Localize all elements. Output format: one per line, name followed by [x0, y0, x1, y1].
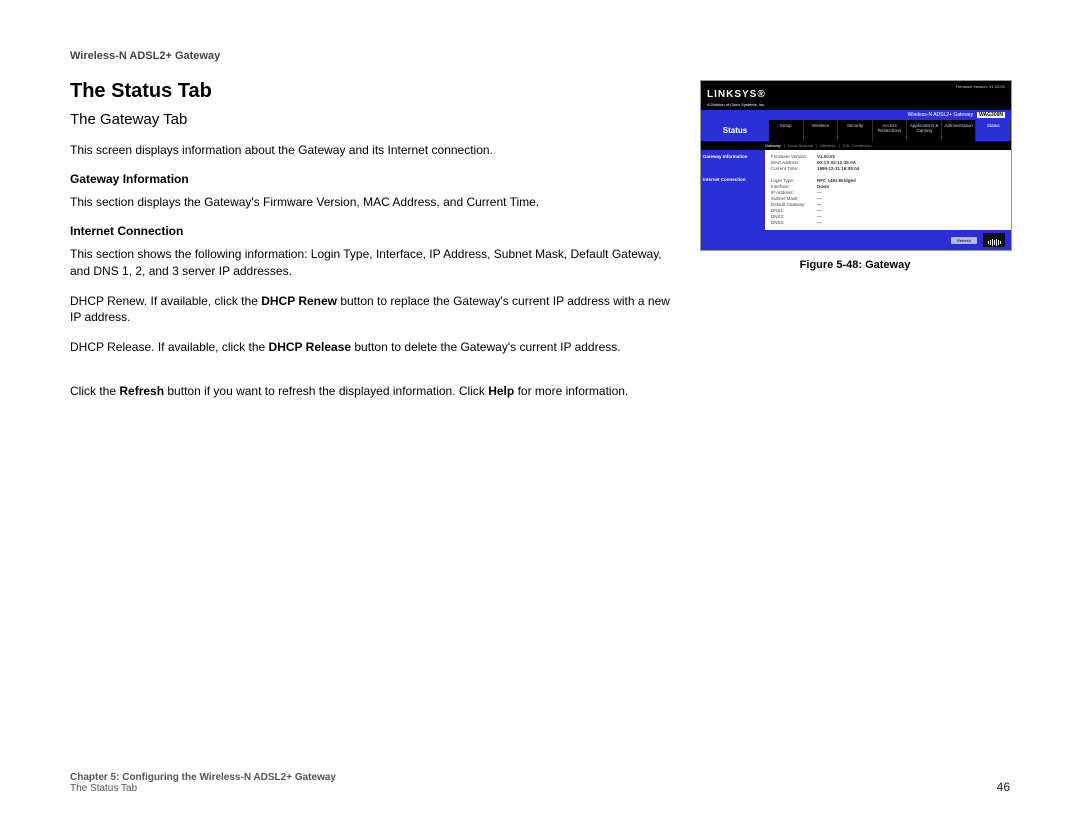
row-login-type: Login Type:RFC 1483 Bridged	[771, 178, 1005, 183]
value: V1.00.01	[817, 154, 835, 159]
refresh-bold: Refresh	[119, 384, 164, 398]
screenshot-header: LINKSYS® A Division of Cisco Systems, In…	[701, 81, 1011, 110]
subnav-sep: |	[816, 143, 817, 148]
model-badge: WAG300N	[977, 112, 1005, 118]
row-mac: MAC Address:00:C0:02:12:35:0A	[771, 160, 1005, 165]
label: Current Time:	[771, 166, 817, 171]
tab-setup[interactable]: Setup	[769, 120, 804, 141]
tab-status[interactable]: Status	[976, 120, 1011, 141]
label: Interface:	[771, 184, 817, 189]
dhcp-renew-paragraph: DHCP Renew. If available, click the DHCP…	[70, 293, 670, 325]
row-default-gw: Default Gateway:---	[771, 202, 1005, 207]
page-footer: Chapter 5: Configuring the Wireless-N AD…	[70, 772, 1010, 794]
label: Login Type:	[771, 178, 817, 183]
tab-wireless[interactable]: Wireless	[804, 120, 839, 141]
gateway-info-heading: Gateway Information	[70, 172, 670, 186]
value: RFC 1483 Bridged	[817, 178, 856, 183]
refresh-button[interactable]: Refresh	[951, 237, 977, 244]
dhcp-release-pre: DHCP Release. If available, click the	[70, 340, 269, 354]
value: ---	[817, 214, 822, 219]
label: DNS3:	[771, 220, 817, 225]
product-bar: Wireless-N ADSL2+ Gateway WAG300N	[701, 110, 1011, 120]
value: ---	[817, 220, 822, 225]
subsection-title: The Gateway Tab	[70, 111, 670, 128]
text-column: The Status Tab The Gateway Tab This scre…	[70, 80, 670, 414]
label: Firmware Version:	[771, 154, 817, 159]
row-dns1: DNS1:---	[771, 208, 1005, 213]
document-header: Wireless-N ADSL2+ Gateway	[70, 50, 1010, 62]
figure-caption: Figure 5-48: Gateway	[700, 259, 1010, 271]
value: ---	[817, 208, 822, 213]
refresh-mid: button if you want to refresh the displa…	[164, 384, 488, 398]
product-name: Wireless-N ADSL2+ Gateway	[908, 112, 973, 118]
label: Default Gateway:	[771, 202, 817, 207]
refresh-pre: Click the	[70, 384, 119, 398]
row-firmware: Firmware Version:V1.00.01	[771, 154, 1005, 159]
tab-administration[interactable]: Administration	[942, 120, 977, 141]
firmware-label: Firmware Version: V1.00.01	[956, 84, 1005, 89]
sidebar-internet-connection: Internet Connection	[703, 177, 763, 182]
subtab-dsl-connection[interactable]: DSL Connection	[843, 143, 872, 148]
value: ---	[817, 196, 822, 201]
row-interface: Interface:Down	[771, 184, 1005, 189]
dhcp-renew-pre: DHCP Renew. If available, click the	[70, 294, 261, 308]
value: Down	[817, 184, 829, 189]
row-dns3: DNS3:---	[771, 220, 1005, 225]
screenshot-footer: Refresh	[701, 230, 1011, 250]
main-nav: Status Setup Wireless Security Access Re…	[701, 120, 1011, 141]
dhcp-release-post: button to delete the Gateway's current I…	[351, 340, 621, 354]
tab-applications-gaming[interactable]: Applications & Gaming	[907, 120, 942, 141]
nav-tabs: Setup Wireless Security Access Restricti…	[769, 120, 1011, 141]
row-ip: IP Address:---	[771, 190, 1005, 195]
screenshot-sidebar: Gateway Information Internet Connection	[701, 150, 765, 230]
cisco-icon	[983, 233, 1005, 247]
dhcp-release-paragraph: DHCP Release. If available, click the DH…	[70, 339, 670, 355]
subnav-sep: |	[784, 143, 785, 148]
sidebar-gateway-info: Gateway Information	[703, 154, 763, 159]
subtab-gateway[interactable]: Gateway	[765, 143, 781, 148]
row-time: Current Time:1999-12-31 16:09:04	[771, 166, 1005, 171]
screenshot-body: Gateway Information Internet Connection …	[701, 150, 1011, 230]
gateway-screenshot: LINKSYS® A Division of Cisco Systems, In…	[700, 80, 1012, 251]
label: DNS1:	[771, 208, 817, 213]
label: MAC Address:	[771, 160, 817, 165]
label: IP Address:	[771, 190, 817, 195]
footer-chapter: Chapter 5: Configuring the Wireless-N AD…	[70, 772, 336, 783]
screenshot-content: Firmware Version:V1.00.01 MAC Address:00…	[765, 150, 1011, 230]
label: Subnet Mask:	[771, 196, 817, 201]
dhcp-renew-bold: DHCP Renew	[261, 294, 337, 308]
gateway-info-text: This section displays the Gateway's Firm…	[70, 194, 670, 210]
intro-paragraph: This screen displays information about t…	[70, 142, 670, 158]
section-title: The Status Tab	[70, 80, 670, 103]
brand-subtitle: A Division of Cisco Systems, Inc.	[707, 102, 766, 107]
value: 1999-12-31 16:09:04	[817, 166, 859, 171]
refresh-paragraph: Click the Refresh button if you want to …	[70, 383, 670, 399]
help-bold: Help	[488, 384, 514, 398]
tab-access-restrictions[interactable]: Access Restrictions	[873, 120, 908, 141]
brand-logo: LINKSYS®	[707, 89, 766, 100]
internet-connection-text: This section shows the following informa…	[70, 246, 670, 278]
tab-security[interactable]: Security	[838, 120, 873, 141]
value: 00:C0:02:12:35:0A	[817, 160, 856, 165]
figure-column: LINKSYS® A Division of Cisco Systems, In…	[700, 80, 1010, 414]
label: DNS2:	[771, 214, 817, 219]
row-dns2: DNS2:---	[771, 214, 1005, 219]
subtab-wireless[interactable]: Wireless	[820, 143, 835, 148]
row-subnet: Subnet Mask:---	[771, 196, 1005, 201]
sub-nav: Gateway| Local Network| Wireless| DSL Co…	[701, 141, 1011, 150]
subtab-local-network[interactable]: Local Network	[788, 143, 813, 148]
value: ---	[817, 202, 822, 207]
internet-connection-heading: Internet Connection	[70, 224, 670, 238]
page-number: 46	[997, 780, 1010, 794]
value: ---	[817, 190, 822, 195]
subnav-sep: |	[839, 143, 840, 148]
nav-heading: Status	[701, 120, 769, 141]
footer-sub: The Status Tab	[70, 783, 336, 794]
dhcp-release-bold: DHCP Release	[269, 340, 352, 354]
refresh-post: for more information.	[514, 384, 628, 398]
